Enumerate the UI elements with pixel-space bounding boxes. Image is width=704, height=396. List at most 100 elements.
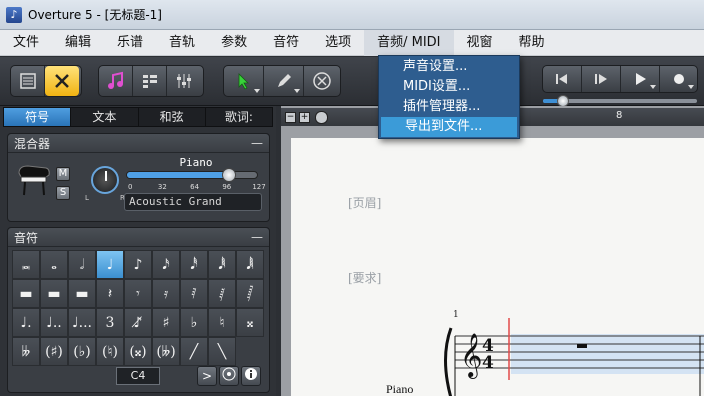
note-palette-cell[interactable]: (♯) bbox=[40, 337, 68, 366]
zoom-out-button[interactable]: − bbox=[285, 112, 296, 123]
forward-button[interactable] bbox=[582, 66, 621, 92]
note-palette-cell[interactable]: ♩ bbox=[96, 250, 124, 279]
select-tool-button[interactable] bbox=[224, 66, 264, 96]
zoom-knob[interactable] bbox=[315, 111, 328, 124]
note-palette-cell[interactable]: ♩.. bbox=[40, 308, 68, 337]
mixer-faders-icon bbox=[177, 74, 191, 88]
mixer-collapse-button[interactable]: — bbox=[251, 136, 263, 150]
note-palette-cell[interactable]: (♮) bbox=[96, 337, 124, 366]
accent-button[interactable]: > bbox=[197, 366, 217, 386]
staff-system: 𝄞 4 4 bbox=[444, 318, 704, 396]
mixer-button[interactable] bbox=[167, 66, 201, 96]
note-palette-cell[interactable]: ♪ bbox=[124, 250, 152, 279]
patch-select[interactable]: Acoustic Grand bbox=[124, 193, 262, 211]
note-palette-cell[interactable]: 𝅝 bbox=[40, 250, 68, 279]
note-palette-cell[interactable]: ╲ bbox=[208, 337, 236, 366]
note-palette-cell[interactable]: (𝄫) bbox=[152, 337, 180, 366]
volume-slider[interactable] bbox=[126, 168, 258, 182]
rewind-button[interactable] bbox=[543, 66, 582, 92]
zoom-in-button[interactable]: + bbox=[299, 112, 310, 123]
solo-button[interactable]: S bbox=[56, 186, 70, 200]
palette-panel: 符号 文本 和弦 歌词: 混合器 — M S L R Piano 0 32 64… bbox=[0, 106, 276, 396]
mixer-panel: 混合器 — M S L R Piano 0 32 64 96 127 Acous… bbox=[7, 133, 270, 222]
score-view-button[interactable] bbox=[11, 66, 45, 96]
tools-button[interactable] bbox=[45, 66, 79, 96]
pencil-icon bbox=[277, 74, 291, 87]
pencil-tool-button[interactable] bbox=[264, 66, 304, 96]
note-palette-cell[interactable]: 𝄾 bbox=[124, 279, 152, 308]
notes-collapse-button[interactable]: — bbox=[251, 230, 263, 244]
tab-symbols[interactable]: 符号 bbox=[4, 108, 72, 126]
header-placeholder[interactable]: [页眉] bbox=[348, 194, 381, 211]
note-palette-cell[interactable]: 𝄫 bbox=[12, 337, 40, 366]
menu-item-export-to-file[interactable]: 导出到文件... bbox=[381, 117, 517, 137]
notes-grid: 𝅜 𝅝 𝅗𝅥 ♩ ♪ 𝅘𝅥𝅯 𝅘𝅥𝅰 𝅘𝅥𝅱 𝅘𝅥𝅲 ▬ ▬ ▬ 𝄽 𝄾 𝄿 𝅀 𝅁 𝅂 ♩. ♩.. ♩... 3 ♪̸ ♯… bbox=[12, 250, 266, 366]
score-window: − + 8 [页眉] [要求] 1 𝄞 4 4 Piano bbox=[281, 106, 704, 396]
note-palette-cell[interactable]: ♭ bbox=[180, 308, 208, 337]
pan-knob[interactable] bbox=[91, 166, 119, 194]
tab-lyrics[interactable]: 歌词: bbox=[206, 108, 272, 126]
note-palette-cell[interactable]: 𝅘𝅥𝅯 bbox=[152, 250, 180, 279]
menu-window[interactable]: 视窗 bbox=[454, 30, 506, 56]
whole-rest[interactable] bbox=[577, 344, 587, 348]
note-palette-cell[interactable]: 𝅜 bbox=[12, 250, 40, 279]
note-palette-cell[interactable]: 𝄽 bbox=[96, 279, 124, 308]
score-page[interactable]: [页眉] [要求] 1 𝄞 4 4 Piano bbox=[291, 138, 704, 396]
notes-palette-button[interactable] bbox=[99, 66, 133, 96]
menu-track[interactable]: 音轨 bbox=[156, 30, 208, 56]
track-list-button[interactable] bbox=[133, 66, 167, 96]
overture-window: ♪ Overture 5 - [无标题-1] 文件 编辑 乐谱 音轨 参数 音符… bbox=[0, 0, 704, 396]
note-palette-cell[interactable]: ▬ bbox=[40, 279, 68, 308]
tab-text[interactable]: 文本 bbox=[71, 108, 139, 126]
menu-edit[interactable]: 编辑 bbox=[52, 30, 104, 56]
menu-help[interactable]: 帮助 bbox=[506, 30, 558, 56]
note-palette-cell[interactable]: 𝅂 bbox=[236, 279, 264, 308]
note-palette-cell[interactable]: ▬ bbox=[12, 279, 40, 308]
menu-item-midi-settings[interactable]: MIDI设置... bbox=[379, 77, 519, 97]
forward-icon bbox=[595, 74, 607, 84]
mixer-body: M S L R Piano 0 32 64 96 127 Acoustic Gr… bbox=[8, 153, 269, 221]
menu-score[interactable]: 乐谱 bbox=[104, 30, 156, 56]
menu-item-plugin-manager[interactable]: 插件管理器... bbox=[379, 97, 519, 117]
erase-tool-button[interactable] bbox=[304, 66, 340, 96]
record-button[interactable] bbox=[660, 66, 697, 92]
note-palette-cell[interactable]: 𝅀 bbox=[180, 279, 208, 308]
play-notes-button[interactable] bbox=[219, 366, 239, 386]
note-palette-cell[interactable]: 𝅘𝅥𝅱 bbox=[208, 250, 236, 279]
window-group bbox=[98, 65, 204, 97]
note-palette-cell[interactable]: 𝅁 bbox=[208, 279, 236, 308]
requirement-placeholder[interactable]: [要求] bbox=[348, 269, 381, 286]
note-palette-cell[interactable]: ♩. bbox=[12, 308, 40, 337]
volume-scale-label: 127 bbox=[252, 183, 266, 191]
menu-notes[interactable]: 音符 bbox=[260, 30, 312, 56]
menu-audio-midi[interactable]: 音频/ MIDI bbox=[364, 29, 454, 56]
note-palette-cell[interactable]: ▬ bbox=[68, 279, 96, 308]
info-button[interactable] bbox=[241, 366, 261, 386]
play-icon bbox=[636, 73, 646, 85]
pitch-field[interactable]: C4 bbox=[116, 367, 160, 385]
note-palette-cell[interactable]: 𝄪 bbox=[236, 308, 264, 337]
note-palette-cell[interactable]: 𝅘𝅥𝅰 bbox=[180, 250, 208, 279]
menu-options[interactable]: 选项 bbox=[312, 30, 364, 56]
menu-file[interactable]: 文件 bbox=[0, 30, 52, 56]
note-palette-cell[interactable]: (♭) bbox=[68, 337, 96, 366]
note-palette-cell[interactable]: ♮ bbox=[208, 308, 236, 337]
volume-slider-knob[interactable] bbox=[222, 168, 237, 182]
tab-chords[interactable]: 和弦 bbox=[139, 108, 206, 126]
menu-parameters[interactable]: 参数 bbox=[208, 30, 260, 56]
mute-button[interactable]: M bbox=[56, 167, 70, 181]
note-palette-cell[interactable]: 𝅗𝅥 bbox=[68, 250, 96, 279]
volume-scale-label: 0 bbox=[127, 183, 133, 191]
menu-item-sound-settings[interactable]: 声音设置... bbox=[379, 57, 519, 77]
note-palette-cell[interactable]: (𝄪) bbox=[124, 337, 152, 366]
note-palette-cell[interactable]: ♩... bbox=[68, 308, 96, 337]
note-palette-cell[interactable]: 𝅘𝅥𝅲 bbox=[236, 250, 264, 279]
note-palette-cell[interactable]: 𝄿 bbox=[152, 279, 180, 308]
note-palette-cell[interactable]: ♯ bbox=[152, 308, 180, 337]
tempo-slider[interactable] bbox=[543, 95, 697, 107]
play-button[interactable] bbox=[621, 66, 660, 92]
note-palette-cell[interactable]: ╱ bbox=[180, 337, 208, 366]
dropdown-arrow-icon bbox=[650, 85, 656, 89]
note-palette-cell[interactable]: 3 bbox=[96, 308, 124, 337]
note-palette-cell[interactable]: ♪̸ bbox=[124, 308, 152, 337]
